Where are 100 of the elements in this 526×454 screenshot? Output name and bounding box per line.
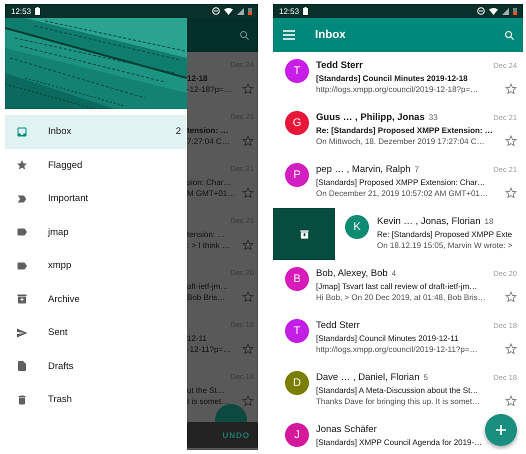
message-subject: [Standards] Council Minutes 2019-12-11: [316, 333, 460, 344]
sender-avatar: B: [285, 267, 309, 291]
message-subject: [Standards] A Meta-Discussion about the St…: [316, 385, 480, 396]
sender-avatar: T: [285, 59, 309, 83]
trash-icon: [16, 394, 28, 406]
do-not-disturb-icon: [477, 7, 485, 15]
message-subject: tension: …: [187, 229, 226, 240]
message-subject: Re: [Standards] Proposed XMPP Exte: [377, 229, 514, 240]
message-subject: [Jmap] Tsvart last call review of draft-ietf-jm…: [316, 281, 478, 292]
message-preview: Thanks Dave for bringing this up. It is somet…: [316, 396, 482, 407]
message-preview: http://logs.xmpp.org/council/2019-12-18?p=…: [316, 84, 480, 95]
message-preview: t is somet…: [187, 396, 230, 407]
star-icon[interactable]: [505, 395, 517, 407]
star-icon[interactable]: [505, 135, 517, 147]
thread-count: 18: [484, 216, 494, 226]
drawer-item[interactable]: Important: [5, 182, 187, 216]
document-icon: [16, 360, 28, 372]
thread-count: 4: [392, 268, 396, 278]
sender-avatar: T: [285, 319, 309, 343]
drawer-item-label: Inbox: [48, 126, 72, 138]
send-icon: [16, 326, 28, 339]
message-preview: Bob Bris…: [187, 292, 226, 303]
thread-count: 33: [428, 112, 438, 122]
drawer-item-label: jmap: [48, 226, 70, 238]
sender-avatar: D: [285, 371, 309, 395]
message-subject: ut the St…: [187, 385, 226, 396]
plus-icon: [495, 424, 507, 436]
battery-icon: [248, 7, 252, 15]
drawer-item[interactable]: jmap: [5, 216, 187, 249]
message-subject: Re: [Standards] Proposed XMPP Extension: …: [316, 125, 494, 136]
archive-icon: [16, 293, 28, 306]
battery-icon: [35, 7, 40, 15]
tag-icon: [16, 260, 28, 272]
sender-avatar: K: [345, 215, 369, 239]
drawer-item-label: Drafts: [48, 360, 74, 372]
drawer-item[interactable]: Trash: [5, 383, 187, 416]
thread-count: 5: [423, 372, 428, 382]
thread-count: 7: [414, 164, 419, 174]
sender-name: Jonas Schäfer: [316, 424, 377, 434]
sender-name: pep … , Marvin, Ralph: [316, 164, 411, 174]
inbox-icon: [16, 126, 28, 138]
message-subject: [Standards] XMPP Council Agenda for 2019-…: [316, 437, 484, 448]
message-subject: [Standards] Council Minutes 2019-12-18: [316, 73, 469, 84]
star-icon[interactable]: [505, 83, 517, 95]
drawer-item-label: Flagged: [48, 160, 84, 171]
message-preview: -12-11?p=…: [187, 344, 232, 355]
search-icon[interactable]: [504, 30, 515, 40]
search-icon: [239, 30, 250, 40]
signal-icon: [237, 8, 244, 14]
message-subject: 12-18: [187, 73, 208, 84]
sender-avatar: P: [285, 163, 309, 187]
battery-icon: [303, 7, 308, 15]
message-preview: On December 21, 2019 10:57:02 AM GMT+01…: [316, 188, 489, 199]
status-time: 12:53: [11, 6, 32, 16]
message-preview: 7:27:04 C…: [187, 136, 231, 147]
message-preview: On Mittwoch, 18. Dezember 2019 17:27:04 C…: [316, 136, 486, 147]
sender-name: Kevin … , Jonas, Florian: [377, 216, 480, 226]
drawer-item[interactable]: xmpp: [5, 249, 187, 282]
message-subject: aft-ietf-jm…: [187, 281, 230, 292]
message-preview: http://logs.xmpp.org/council/2019-12-11?p=…: [316, 344, 479, 355]
battery-icon: [513, 7, 517, 15]
signal-icon: [502, 8, 509, 14]
menu-icon[interactable]: [283, 30, 295, 40]
message-preview: -12-18?p=…: [187, 84, 233, 95]
drawer-item[interactable]: Inbox 2: [5, 115, 187, 148]
message-preview: On 18.12.19 15:05, Marvin W wrote: >: [377, 240, 514, 251]
message-subject: 12-11: [187, 333, 208, 344]
message-preview: M GMT+01…: [187, 188, 236, 199]
unread-count: 2: [176, 126, 181, 138]
message-subject: tension: …: [187, 125, 230, 136]
sender-avatar: J: [285, 423, 309, 447]
drawer-item-label: xmpp: [48, 260, 72, 272]
drawer-item-label: Archive: [48, 294, 81, 305]
compose-button[interactable]: [485, 414, 517, 446]
drawer-item-label: Important: [48, 193, 90, 204]
drawer-item[interactable]: Flagged: [5, 148, 187, 182]
sender-name: Guus … , Philipp, Jonas: [316, 112, 425, 122]
archive-icon: [298, 228, 310, 240]
drawer-item-label: Trash: [48, 394, 73, 406]
star-icon: [16, 159, 28, 172]
toolbar-title: Inbox: [315, 29, 347, 41]
tag-icon: [16, 226, 28, 238]
sender-name: Dave … , Daniel, Florian: [316, 372, 420, 382]
message-subject: [Standards] Proposed XMPP Extension: Char…: [316, 177, 486, 188]
drawer-item[interactable]: Archive: [5, 282, 187, 316]
star-icon[interactable]: [505, 343, 517, 355]
drawer-item[interactable]: Drafts: [5, 350, 187, 383]
message-preview: Hi Bob, > On 20 Dec 2019, at 01:48, Bob Bris…: [316, 292, 487, 303]
wifi-icon: [224, 8, 233, 14]
wifi-icon: [489, 8, 498, 14]
drawer-item[interactable]: Sent: [5, 316, 187, 350]
sender-avatar: G: [285, 111, 309, 135]
status-time: 12:53: [279, 6, 300, 16]
do-not-disturb-icon: [212, 7, 220, 15]
sender-name: Tedd Sterr: [316, 60, 363, 70]
sender-name: Bob, Alexey, Bob: [316, 268, 388, 278]
drawer-item-label: Sent: [48, 327, 69, 338]
star-icon[interactable]: [505, 291, 517, 303]
star-icon[interactable]: [505, 187, 517, 199]
sender-name: Tedd Sterr: [316, 320, 360, 330]
